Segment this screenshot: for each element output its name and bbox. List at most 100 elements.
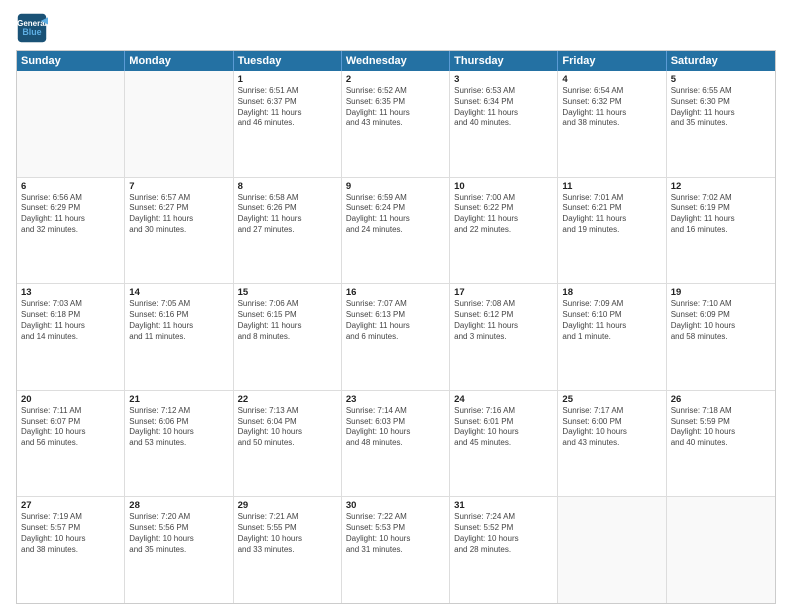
cell-line: Daylight: 10 hours <box>129 534 228 545</box>
calendar-cell: 14Sunrise: 7:05 AMSunset: 6:16 PMDayligh… <box>125 284 233 390</box>
calendar-cell: 29Sunrise: 7:21 AMSunset: 5:55 PMDayligh… <box>234 497 342 603</box>
cell-line: Daylight: 11 hours <box>21 321 120 332</box>
day-number: 10 <box>454 181 553 192</box>
calendar: SundayMondayTuesdayWednesdayThursdayFrid… <box>16 50 776 604</box>
header-day-thursday: Thursday <box>450 51 558 71</box>
calendar-cell: 22Sunrise: 7:13 AMSunset: 6:04 PMDayligh… <box>234 391 342 497</box>
day-number: 30 <box>346 500 445 511</box>
calendar-cell: 16Sunrise: 7:07 AMSunset: 6:13 PMDayligh… <box>342 284 450 390</box>
cell-line: Sunrise: 6:57 AM <box>129 193 228 204</box>
calendar-cell: 24Sunrise: 7:16 AMSunset: 6:01 PMDayligh… <box>450 391 558 497</box>
cell-line: Daylight: 10 hours <box>21 534 120 545</box>
cell-line: Sunrise: 7:00 AM <box>454 193 553 204</box>
day-number: 4 <box>562 74 661 85</box>
cell-line: Sunset: 6:03 PM <box>346 417 445 428</box>
calendar-cell: 28Sunrise: 7:20 AMSunset: 5:56 PMDayligh… <box>125 497 233 603</box>
cell-line: Sunrise: 7:02 AM <box>671 193 771 204</box>
cell-line: Sunrise: 7:20 AM <box>129 512 228 523</box>
cell-line: Sunrise: 7:21 AM <box>238 512 337 523</box>
day-number: 19 <box>671 287 771 298</box>
cell-line: and 43 minutes. <box>346 118 445 129</box>
cell-line: Sunset: 5:52 PM <box>454 523 553 534</box>
day-number: 1 <box>238 74 337 85</box>
cell-line: and 35 minutes. <box>671 118 771 129</box>
day-number: 20 <box>21 394 120 405</box>
calendar-cell: 25Sunrise: 7:17 AMSunset: 6:00 PMDayligh… <box>558 391 666 497</box>
cell-line: Daylight: 11 hours <box>346 214 445 225</box>
cell-line: Sunset: 5:56 PM <box>129 523 228 534</box>
calendar-row: 20Sunrise: 7:11 AMSunset: 6:07 PMDayligh… <box>17 391 775 498</box>
day-number: 18 <box>562 287 661 298</box>
calendar-cell: 11Sunrise: 7:01 AMSunset: 6:21 PMDayligh… <box>558 178 666 284</box>
cell-line: Sunrise: 7:06 AM <box>238 299 337 310</box>
cell-line: Daylight: 11 hours <box>671 108 771 119</box>
cell-line: Sunset: 6:01 PM <box>454 417 553 428</box>
calendar-body: 1Sunrise: 6:51 AMSunset: 6:37 PMDaylight… <box>17 71 775 603</box>
cell-line: Sunrise: 7:22 AM <box>346 512 445 523</box>
cell-line: Daylight: 11 hours <box>454 108 553 119</box>
cell-line: and 43 minutes. <box>562 438 661 449</box>
cell-line: Sunrise: 6:54 AM <box>562 86 661 97</box>
cell-line: and 58 minutes. <box>671 332 771 343</box>
cell-line: Sunrise: 6:59 AM <box>346 193 445 204</box>
cell-line: and 46 minutes. <box>238 118 337 129</box>
calendar-cell: 13Sunrise: 7:03 AMSunset: 6:18 PMDayligh… <box>17 284 125 390</box>
day-number: 27 <box>21 500 120 511</box>
day-number: 7 <box>129 181 228 192</box>
cell-line: Sunrise: 7:08 AM <box>454 299 553 310</box>
cell-line: Sunset: 6:27 PM <box>129 203 228 214</box>
cell-line: Sunrise: 7:24 AM <box>454 512 553 523</box>
day-number: 22 <box>238 394 337 405</box>
cell-line: Daylight: 10 hours <box>671 321 771 332</box>
day-number: 17 <box>454 287 553 298</box>
cell-line: and 38 minutes. <box>562 118 661 129</box>
day-number: 6 <box>21 181 120 192</box>
day-number: 5 <box>671 74 771 85</box>
calendar-cell <box>558 497 666 603</box>
day-number: 9 <box>346 181 445 192</box>
calendar-cell: 18Sunrise: 7:09 AMSunset: 6:10 PMDayligh… <box>558 284 666 390</box>
calendar-cell: 19Sunrise: 7:10 AMSunset: 6:09 PMDayligh… <box>667 284 775 390</box>
cell-line: Sunset: 6:21 PM <box>562 203 661 214</box>
cell-line: Sunset: 6:10 PM <box>562 310 661 321</box>
calendar-row: 6Sunrise: 6:56 AMSunset: 6:29 PMDaylight… <box>17 178 775 285</box>
cell-line: Daylight: 10 hours <box>671 427 771 438</box>
cell-line: Sunrise: 7:09 AM <box>562 299 661 310</box>
cell-line: Sunset: 5:55 PM <box>238 523 337 534</box>
calendar-cell: 12Sunrise: 7:02 AMSunset: 6:19 PMDayligh… <box>667 178 775 284</box>
header: General Blue <box>16 12 776 44</box>
day-number: 23 <box>346 394 445 405</box>
day-number: 8 <box>238 181 337 192</box>
cell-line: Sunrise: 6:53 AM <box>454 86 553 97</box>
cell-line: and 30 minutes. <box>129 225 228 236</box>
cell-line: and 33 minutes. <box>238 545 337 556</box>
cell-line: Sunset: 6:04 PM <box>238 417 337 428</box>
cell-line: and 38 minutes. <box>21 545 120 556</box>
cell-line: Sunrise: 6:56 AM <box>21 193 120 204</box>
cell-line: and 24 minutes. <box>346 225 445 236</box>
day-number: 26 <box>671 394 771 405</box>
cell-line: Daylight: 11 hours <box>346 321 445 332</box>
cell-line: and 35 minutes. <box>129 545 228 556</box>
day-number: 29 <box>238 500 337 511</box>
cell-line: and 40 minutes. <box>671 438 771 449</box>
cell-line: Daylight: 11 hours <box>129 321 228 332</box>
cell-line: and 1 minute. <box>562 332 661 343</box>
cell-line: and 22 minutes. <box>454 225 553 236</box>
cell-line: Daylight: 11 hours <box>671 214 771 225</box>
cell-line: Sunset: 6:34 PM <box>454 97 553 108</box>
cell-line: and 8 minutes. <box>238 332 337 343</box>
cell-line: Sunset: 6:32 PM <box>562 97 661 108</box>
calendar-cell: 2Sunrise: 6:52 AMSunset: 6:35 PMDaylight… <box>342 71 450 177</box>
cell-line: Daylight: 10 hours <box>346 534 445 545</box>
cell-line: Sunrise: 7:12 AM <box>129 406 228 417</box>
cell-line: and 45 minutes. <box>454 438 553 449</box>
calendar-cell: 9Sunrise: 6:59 AMSunset: 6:24 PMDaylight… <box>342 178 450 284</box>
cell-line: Daylight: 11 hours <box>346 108 445 119</box>
header-day-sunday: Sunday <box>17 51 125 71</box>
cell-line: Sunset: 6:37 PM <box>238 97 337 108</box>
day-number: 24 <box>454 394 553 405</box>
header-day-saturday: Saturday <box>667 51 775 71</box>
cell-line: Sunset: 6:19 PM <box>671 203 771 214</box>
cell-line: Sunset: 5:59 PM <box>671 417 771 428</box>
